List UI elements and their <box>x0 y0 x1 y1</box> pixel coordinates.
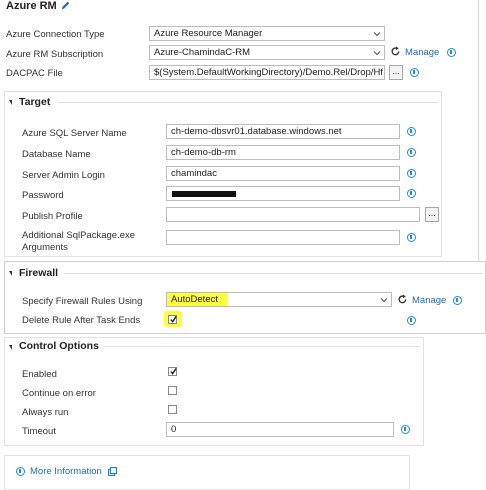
always-run-checkbox[interactable] <box>168 405 177 414</box>
dacpac-label: DACPAC File <box>6 68 63 79</box>
server-name-input[interactable]: ch-demo-dbsvr01.database.windows.net <box>166 124 400 139</box>
subscription-value: Azure-ChamindaC-RM <box>154 47 251 58</box>
sqlpackage-args-label-line2: Arguments <box>22 242 68 253</box>
connection-type-select[interactable]: Azure Resource Manager <box>149 26 385 41</box>
continue-on-error-label: Continue on error <box>22 388 96 399</box>
checkmark-icon <box>170 316 177 323</box>
redacted-password-bar <box>172 191 236 197</box>
divider <box>64 273 482 274</box>
info-icon[interactable] <box>407 127 416 136</box>
refresh-icon[interactable] <box>397 294 408 305</box>
divider <box>58 102 438 103</box>
subscription-select[interactable]: Azure-ChamindaC-RM <box>149 45 385 60</box>
dacpac-input[interactable]: $(System.DefaultWorkingDirectory)/Demo.R… <box>149 65 385 80</box>
collapse-triangle-icon[interactable] <box>9 271 12 276</box>
divider <box>104 346 420 347</box>
collapse-triangle-icon[interactable] <box>9 345 12 350</box>
firewall-rules-label: Specify Firewall Rules Using <box>22 296 143 307</box>
timeout-input[interactable]: 0 <box>166 422 394 437</box>
enabled-checkbox[interactable] <box>168 367 177 376</box>
publish-profile-browse-button[interactable]: ... <box>425 207 439 222</box>
firewall-section-title: Firewall <box>19 267 59 279</box>
control-options-title: Control Options <box>19 340 99 352</box>
collapse-triangle-icon[interactable] <box>9 100 12 105</box>
admin-login-label: Server Admin Login <box>22 170 105 181</box>
info-icon[interactable] <box>401 425 410 434</box>
publish-profile-label: Publish Profile <box>22 211 83 222</box>
dacpac-browse-button[interactable]: ... <box>389 65 403 80</box>
database-name-label: Database Name <box>22 149 91 160</box>
firewall-manage-link[interactable]: Manage <box>412 295 446 306</box>
info-icon[interactable] <box>407 189 416 198</box>
firewall-rules-select[interactable]: AutoDetect <box>166 292 392 307</box>
subscription-manage-link[interactable]: Manage <box>405 47 439 58</box>
delete-rule-checkbox[interactable] <box>168 315 177 324</box>
target-section-title: Target <box>19 96 51 108</box>
info-icon[interactable] <box>410 68 419 77</box>
refresh-icon[interactable] <box>390 46 401 57</box>
info-icon[interactable] <box>453 296 462 305</box>
connection-type-value: Azure Resource Manager <box>154 28 263 39</box>
continue-on-error-checkbox[interactable] <box>168 386 177 395</box>
chevron-down-icon <box>373 32 381 37</box>
password-input[interactable] <box>166 186 400 201</box>
chevron-down-icon <box>380 298 388 303</box>
password-label: Password <box>22 190 64 201</box>
subscription-label: Azure RM Subscription <box>6 49 104 60</box>
publish-profile-input[interactable] <box>166 207 420 222</box>
external-link-icon[interactable] <box>108 467 117 476</box>
info-icon[interactable] <box>447 48 456 57</box>
always-run-label: Always run <box>22 407 69 418</box>
admin-login-input[interactable]: chamindac <box>166 166 400 181</box>
enabled-label: Enabled <box>22 369 57 380</box>
info-icon[interactable] <box>407 169 416 178</box>
info-icon[interactable] <box>407 148 416 157</box>
sqlpackage-args-label-line1: Additional SqlPackage.exe <box>22 230 136 241</box>
panel-edge <box>478 0 479 262</box>
connection-type-label: Azure Connection Type <box>6 29 105 40</box>
database-name-input[interactable]: ch-demo-db-rm <box>166 145 400 160</box>
info-icon[interactable] <box>407 233 416 242</box>
info-icon[interactable] <box>407 316 416 325</box>
checkmark-icon <box>170 368 177 375</box>
chevron-down-icon <box>373 51 381 56</box>
delete-rule-label: Delete Rule After Task Ends <box>22 315 141 326</box>
edit-pencil-icon[interactable] <box>60 0 71 11</box>
timeout-label: Timeout <box>22 426 56 437</box>
page-title: Azure RM <box>6 0 57 12</box>
more-information-link[interactable]: More Information <box>30 466 102 477</box>
firewall-rules-value: AutoDetect <box>171 294 218 305</box>
server-name-label: Azure SQL Server Name <box>22 128 127 139</box>
info-icon <box>16 467 25 476</box>
sqlpackage-args-input[interactable] <box>166 230 400 245</box>
